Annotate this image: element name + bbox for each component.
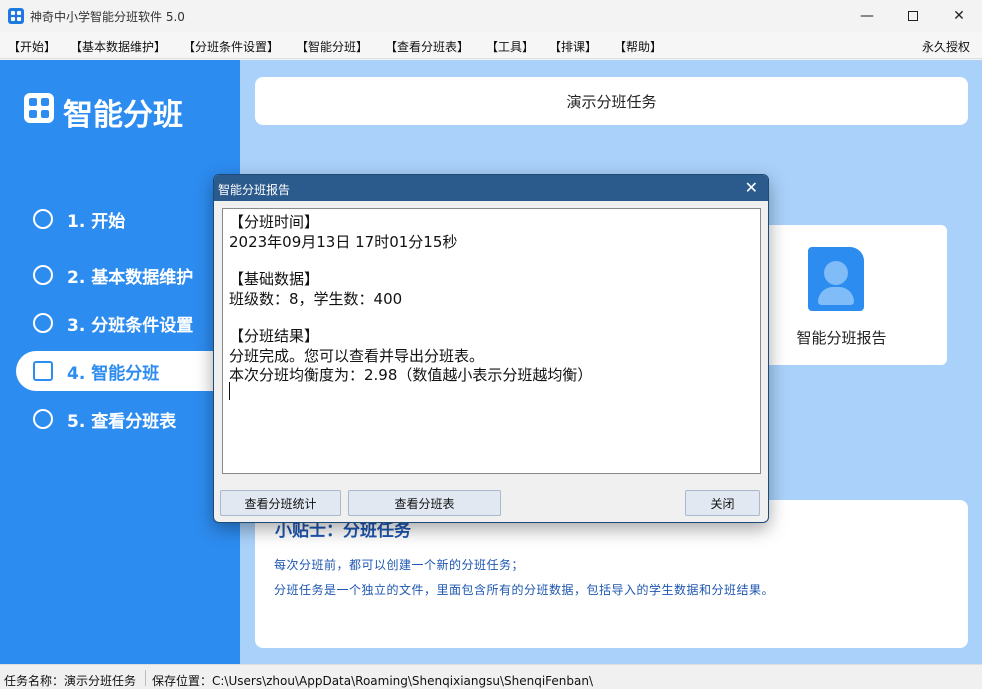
report-document-icon [808, 247, 864, 311]
report-line: 分班完成。您可以查看并导出分班表。 [229, 347, 485, 365]
text-caret [229, 382, 230, 400]
brand-logo-icon [24, 93, 54, 123]
report-line: 班级数：8，学生数：400 [229, 290, 403, 308]
menu-tools[interactable]: 【工具】 [486, 38, 534, 55]
view-table-button[interactable]: 查看分班表 [348, 490, 501, 516]
sidebar-item-label: 3. 分班条件设置 [67, 315, 194, 336]
status-save-path: 保存位置：C:\Users\zhou\AppData\Roaming\Shenq… [152, 674, 594, 688]
sidebar: 智能分班 1. 开始 2. 基本数据维护 3. 分班条件设置 4. 智能分班 5… [0, 60, 240, 664]
menu-help[interactable]: 【帮助】 [614, 38, 662, 55]
view-stats-label: 查看分班统计 [244, 496, 317, 511]
tips-line: 每次分班前，都可以创建一个新的分班任务； [274, 558, 525, 572]
sidebar-item-label: 5. 查看分班表 [67, 411, 177, 432]
dialog-close-icon[interactable]: ✕ [745, 178, 758, 197]
report-line: 【分班时间】 [229, 213, 320, 231]
menu-class-conditions[interactable]: 【分班条件设置】 [183, 38, 279, 55]
menu-basic-data[interactable]: 【基本数据维护】 [70, 38, 166, 55]
window-title: 神奇中小学智能分班软件 5.0 [30, 10, 185, 24]
report-dialog: 智能分班报告 ✕ 【分班时间】 2023年09月13日 17时01分15秒 【基… [213, 174, 769, 523]
grid-icon [33, 361, 53, 381]
report-line: 【基础数据】 [229, 270, 320, 288]
menu-scheduling[interactable]: 【排课】 [549, 38, 597, 55]
status-divider [145, 670, 146, 686]
report-line: 本次分班均衡度为：2.98（数值越小表示分班越均衡） [229, 366, 593, 384]
status-bar: 任务名称：演示分班任务 保存位置：C:\Users\zhou\AppData\R… [0, 664, 982, 689]
sidebar-item-label: 1. 开始 [67, 211, 126, 232]
task-name-card: 演示分班任务 [255, 77, 968, 125]
sidebar-item-label: 4. 智能分班 [67, 363, 160, 384]
app-icon [8, 8, 24, 24]
dialog-title-bar: 智能分班报告 ✕ [214, 175, 768, 201]
menu-bar: 【开始】 【基本数据维护】 【分班条件设置】 【智能分班】 【查看分班表】 【工… [0, 32, 982, 59]
task-name: 演示分班任务 [566, 92, 657, 111]
sidebar-item-start[interactable]: 1. 开始 [16, 199, 228, 239]
sidebar-item-view-table[interactable]: 5. 查看分班表 [16, 399, 228, 439]
tips-line: 分班任务是一个独立的文件，里面包含所有的分班数据，包括导入的学生数据和分班结果。 [274, 583, 775, 597]
minimize-icon: — [860, 8, 874, 24]
maximize-icon [908, 11, 918, 21]
sidebar-item-label: 2. 基本数据维护 [67, 267, 194, 288]
close-icon: ✕ [953, 8, 965, 24]
dialog-title: 智能分班报告 [218, 183, 291, 197]
title-bar: 神奇中小学智能分班软件 5.0 — ✕ [0, 0, 982, 32]
status-task-name: 任务名称：演示分班任务 [4, 674, 137, 688]
view-table-label: 查看分班表 [394, 496, 455, 511]
close-window-button[interactable]: ✕ [936, 0, 982, 32]
menu-smart-assign[interactable]: 【智能分班】 [296, 38, 368, 55]
maximize-button[interactable] [890, 0, 936, 32]
close-label: 关闭 [710, 496, 735, 511]
gear-icon [33, 313, 53, 333]
menu-view-table[interactable]: 【查看分班表】 [385, 38, 469, 55]
view-stats-button[interactable]: 查看分班统计 [220, 490, 341, 516]
sidebar-item-basic-data[interactable]: 2. 基本数据维护 [16, 255, 228, 295]
report-textarea[interactable]: 【分班时间】 2023年09月13日 17时01分15秒 【基础数据】 班级数：… [222, 208, 761, 474]
minimize-button[interactable]: — [844, 0, 890, 32]
search-list-icon [33, 409, 53, 429]
play-icon [33, 209, 53, 229]
report-line: 2023年09月13日 17时01分15秒 [229, 233, 458, 251]
sidebar-item-smart-assign[interactable]: 4. 智能分班 [16, 351, 228, 391]
info-icon [33, 265, 53, 285]
sidebar-item-conditions[interactable]: 3. 分班条件设置 [16, 303, 228, 343]
close-button[interactable]: 关闭 [685, 490, 760, 516]
license-label[interactable]: 永久授权 [922, 38, 970, 55]
report-line: 【分班结果】 [229, 327, 320, 345]
brand-title: 智能分班 [63, 98, 183, 133]
menu-start[interactable]: 【开始】 [8, 38, 56, 55]
